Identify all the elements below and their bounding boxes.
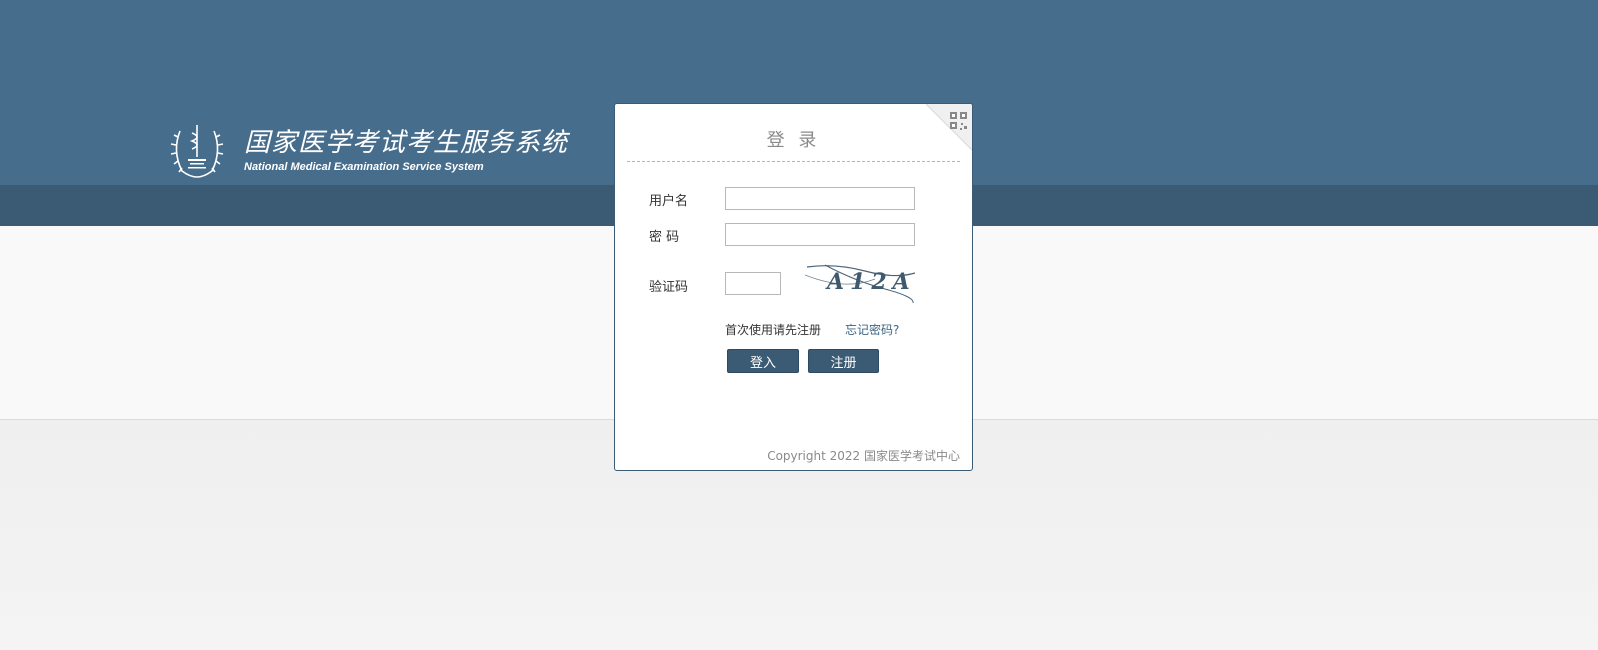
captcha-image[interactable]: A12A	[805, 261, 917, 305]
login-button[interactable]: 登入	[727, 349, 799, 373]
captcha-label: 验证码	[649, 280, 689, 295]
brand-text: 国家医学考试考生服务系统 National Medical Examinatio…	[244, 128, 568, 174]
password-input[interactable]	[725, 223, 915, 246]
site-title-cn: 国家医学考试考生服务系统	[244, 128, 569, 158]
captcha-text: A12A	[825, 269, 916, 295]
login-title: 登 录	[766, 130, 821, 151]
page: 国家医学考试考生服务系统 National Medical Examinatio…	[0, 0, 1598, 650]
forgot-password-link[interactable]: 忘记密码?	[845, 321, 899, 338]
copyright-text: Copyright 2022 国家医学考试中心	[767, 449, 960, 463]
username-input[interactable]	[725, 187, 915, 210]
username-label: 用户名	[649, 194, 689, 209]
login-panel: 登 录 用户名 密 码 验证码 A12A 首次使用请先注册 忘记密码? 登入 注…	[614, 103, 973, 471]
site-title-en: National Medical Examination Service Sys…	[244, 161, 484, 173]
captcha-input[interactable]	[725, 272, 781, 295]
medical-exam-emblem-icon	[170, 125, 224, 178]
register-button[interactable]: 注册	[808, 349, 879, 373]
title-divider	[627, 161, 960, 162]
brand-logo: 国家医学考试考生服务系统 National Medical Examinatio…	[168, 120, 568, 182]
password-label: 密 码	[649, 230, 680, 245]
first-use-hint: 首次使用请先注册	[725, 323, 822, 337]
